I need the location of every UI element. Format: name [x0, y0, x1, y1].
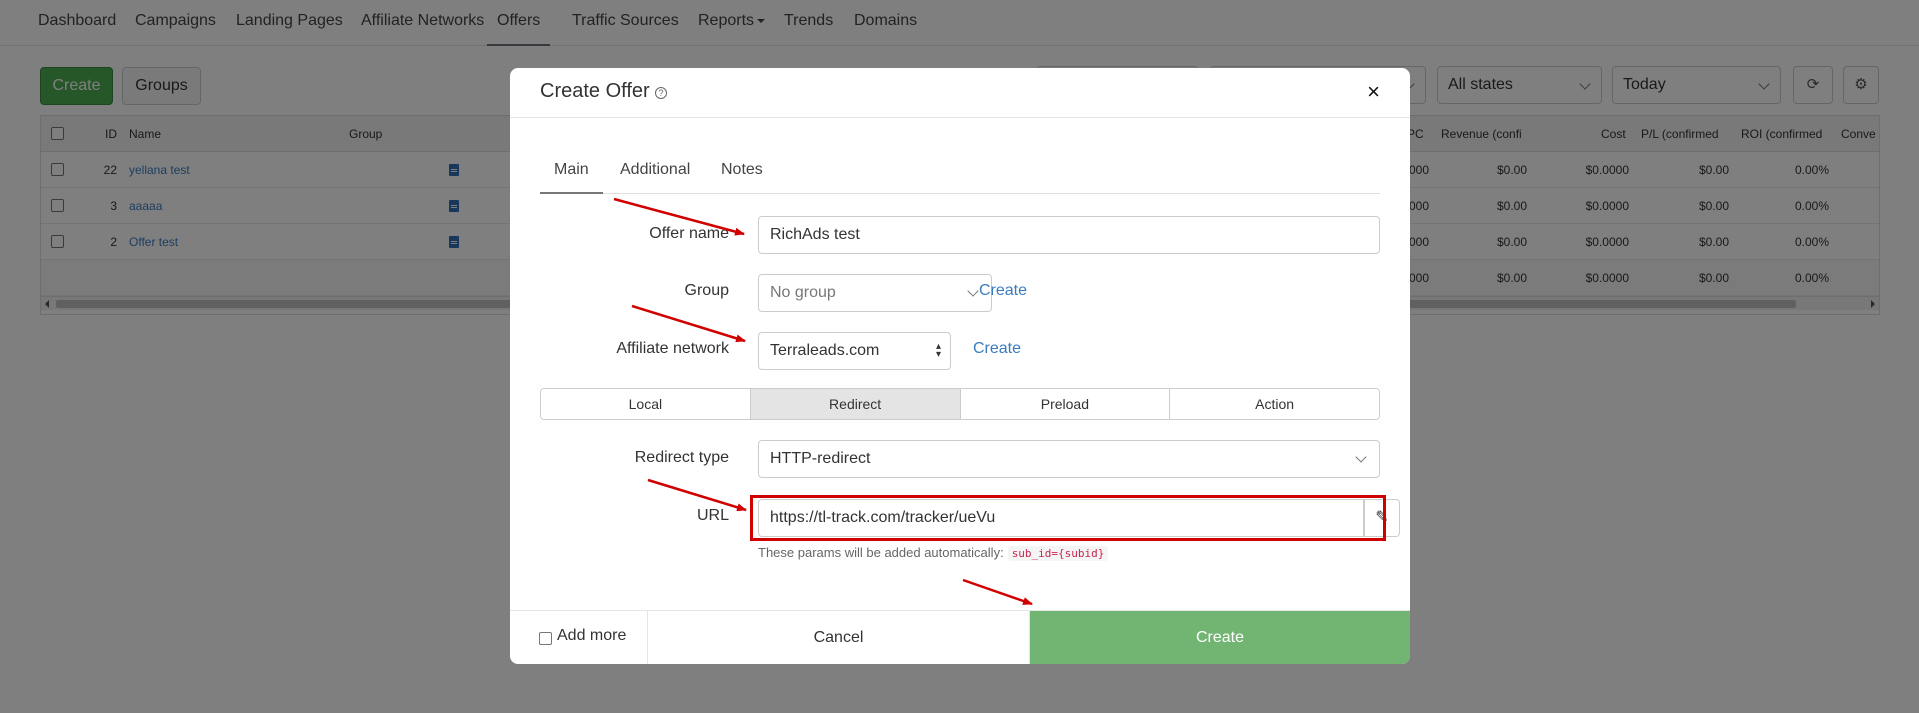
- redirect-type-label: Redirect type: [634, 449, 729, 466]
- mode-action[interactable]: Action: [1170, 389, 1379, 419]
- offer-mode-switch: Local Redirect Preload Action: [540, 388, 1380, 420]
- add-more-label: Add more: [557, 627, 627, 644]
- affiliate-network-value: Terraleads.com: [770, 342, 880, 359]
- mode-local[interactable]: Local: [541, 389, 751, 419]
- help-icon[interactable]: ?: [655, 87, 667, 99]
- url-hint-code: sub_id={subid}: [1007, 546, 1109, 561]
- url-label: URL: [696, 507, 729, 524]
- group-label: Group: [684, 282, 729, 299]
- affiliate-network-select[interactable]: Terraleads.com ▴ ▾: [758, 332, 951, 370]
- url-hint: These params will be added automatically…: [758, 545, 1109, 561]
- cancel-button[interactable]: Cancel: [648, 611, 1030, 664]
- chevron-down-icon: [1355, 451, 1367, 463]
- dialog-tabs: Main Additional Notes: [540, 152, 1380, 194]
- mode-preload[interactable]: Preload: [960, 389, 1171, 419]
- tab-notes[interactable]: Notes: [721, 152, 763, 194]
- group-select-value: No group: [770, 284, 836, 301]
- create-network-link[interactable]: Create: [973, 340, 1021, 358]
- dialog-title: Create Offer: [540, 80, 650, 102]
- close-icon[interactable]: ×: [1367, 79, 1380, 105]
- create-offer-dialog: Create Offer ? × Main Additional Notes O…: [510, 68, 1410, 664]
- redirect-type-value: HTTP-redirect: [770, 450, 871, 467]
- tab-additional[interactable]: Additional: [620, 152, 690, 194]
- chevron-down-icon: [967, 285, 979, 297]
- dialog-header: Create Offer ? ×: [510, 68, 1410, 118]
- dialog-footer: Add more Cancel Create: [510, 610, 1410, 664]
- updown-arrows-icon: ▴ ▾: [935, 341, 941, 360]
- add-more-option[interactable]: Add more: [510, 611, 648, 664]
- affiliate-network-label: Affiliate network: [616, 340, 729, 357]
- group-select[interactable]: No group: [758, 274, 992, 312]
- add-more-checkbox[interactable]: [539, 632, 552, 645]
- offer-name-input[interactable]: RichAds test: [758, 216, 1380, 254]
- mode-redirect[interactable]: Redirect: [750, 389, 961, 419]
- create-group-link[interactable]: Create: [979, 282, 1027, 300]
- redirect-type-select[interactable]: HTTP-redirect: [758, 440, 1380, 478]
- tab-main[interactable]: Main: [540, 152, 603, 194]
- url-highlight-box: [750, 495, 1386, 541]
- url-hint-text: These params will be added automatically…: [758, 545, 1004, 560]
- create-offer-button[interactable]: Create: [1030, 611, 1410, 664]
- offer-name-label: Offer name: [649, 225, 729, 242]
